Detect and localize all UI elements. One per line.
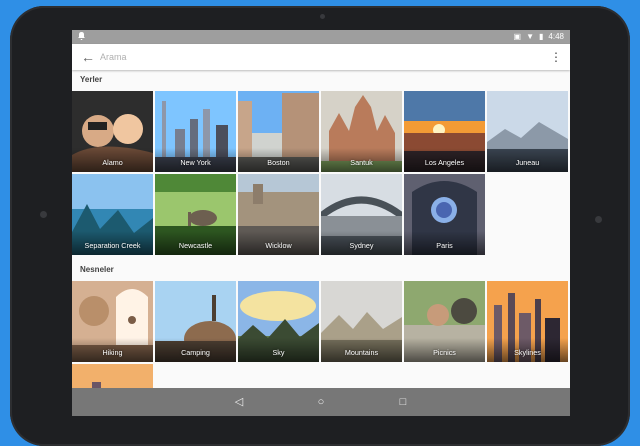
tile-label: Alamo xyxy=(102,158,123,167)
tile-alamo[interactable]: Alamo xyxy=(72,91,153,172)
navigation-bar: ◁ ○ □ xyxy=(72,388,570,416)
tile-label: Mountains xyxy=(344,348,379,357)
tile-label: Sydney xyxy=(349,241,374,250)
section-title-places: Yerler xyxy=(80,75,103,84)
bezel-top-dot xyxy=(320,14,325,19)
tile-separation-creek[interactable]: Separation Creek xyxy=(72,174,153,255)
tile-label: Camping xyxy=(181,348,210,357)
tile-new-york[interactable]: New York xyxy=(155,91,236,172)
tile-label: New York xyxy=(180,158,211,167)
tile-camping[interactable]: Camping xyxy=(155,281,236,362)
tile-sky[interactable]: Sky xyxy=(238,281,319,362)
notification-icon-svg xyxy=(78,32,85,40)
device-screen: ▣ ▼ ▮ 4:48 ← ⋮ Yerler Alamo New York xyxy=(72,30,570,416)
status-right: ▣ ▼ ▮ 4:48 xyxy=(514,32,564,41)
bezel-left-dot xyxy=(40,211,47,218)
section-title-things: Nesneler xyxy=(80,265,114,274)
tile-label: Juneau xyxy=(515,158,540,167)
places-grid: Alamo New York Boston Santuk Los Angeles xyxy=(72,91,570,255)
tile-santuk[interactable]: Santuk xyxy=(321,91,402,172)
tile-label: Santuk xyxy=(350,158,373,167)
tile-newcastle[interactable]: Newcastle xyxy=(155,174,236,255)
nav-home-icon[interactable]: ○ xyxy=(312,394,330,410)
bezel-right-dot xyxy=(595,216,602,223)
notification-icon xyxy=(78,32,85,40)
search-toolbar: ← ⋮ xyxy=(72,44,570,70)
nav-recents-icon[interactable]: □ xyxy=(394,394,412,410)
tile-label: Wicklow xyxy=(265,241,292,250)
tile-hiking[interactable]: Hiking xyxy=(72,281,153,362)
search-input[interactable] xyxy=(100,48,530,66)
tile-label: Hiking xyxy=(102,348,123,357)
arrow-left-icon[interactable]: ← xyxy=(79,48,97,66)
more-vert-icon[interactable]: ⋮ xyxy=(550,49,562,65)
vibrate-icon: ▣ xyxy=(513,32,522,41)
tile-paris[interactable]: Paris xyxy=(404,174,485,255)
tile-label: Skylines xyxy=(514,348,541,357)
tile-skylines[interactable]: Skylines xyxy=(487,281,568,362)
tile-sydney[interactable]: Sydney xyxy=(321,174,402,255)
status-bar: ▣ ▼ ▮ 4:48 xyxy=(72,30,570,44)
tile-wicklow[interactable]: Wicklow xyxy=(238,174,319,255)
tile-los-angeles[interactable]: Los Angeles xyxy=(404,91,485,172)
tile-label: Paris xyxy=(436,241,453,250)
tile-label: Picnics xyxy=(433,348,456,357)
nav-back-icon[interactable]: ◁ xyxy=(230,394,248,410)
wifi-icon: ▼ xyxy=(526,32,535,41)
tile-picnics[interactable]: Picnics xyxy=(404,281,485,362)
tile-label: Sky xyxy=(272,348,285,357)
status-time: 4:48 xyxy=(548,32,564,41)
tile-label: Boston xyxy=(267,158,290,167)
battery-icon: ▮ xyxy=(539,32,544,41)
tile-juneau[interactable]: Juneau xyxy=(487,91,568,172)
tile-label: Newcastle xyxy=(178,241,213,250)
tile-mountains[interactable]: Mountains xyxy=(321,281,402,362)
tile-label: Separation Creek xyxy=(84,241,141,250)
tile-boston[interactable]: Boston xyxy=(238,91,319,172)
tile-label: Los Angeles xyxy=(424,158,465,167)
